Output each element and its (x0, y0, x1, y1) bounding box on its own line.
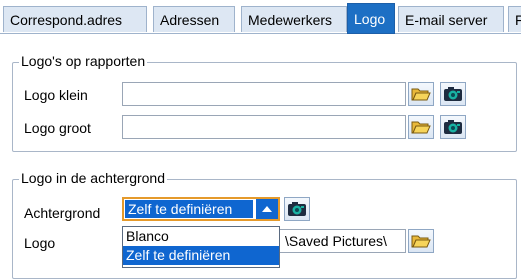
background-dropdown-list: Blanco Zelf te definiëren (122, 226, 280, 268)
open-folder-icon (411, 235, 431, 248)
background-label: Achtergrond (24, 205, 101, 221)
tab-label: Adressen (160, 12, 220, 28)
logo-large-label: Logo groot (24, 120, 91, 136)
logo-large-field[interactable] (122, 115, 406, 139)
background-select[interactable]: Zelf te definiëren (122, 197, 280, 221)
logo-small-field[interactable] (122, 82, 406, 106)
tab-strip: Correspond.adres Adressen Medewerkers Lo… (0, 0, 521, 34)
camera-preview-icon (444, 87, 462, 101)
open-folder-button[interactable] (408, 115, 434, 139)
camera-preview-icon (444, 120, 462, 134)
tab-label: F (515, 12, 521, 28)
preview-button[interactable] (284, 197, 310, 221)
tab-adressen[interactable]: Adressen (153, 6, 235, 32)
camera-preview-icon (288, 202, 306, 216)
arrow-up-icon (262, 206, 272, 212)
background-select-value: Zelf te definiëren (125, 200, 253, 218)
tab-label: Correspond.adres (10, 12, 123, 28)
tab-medewerkers[interactable]: Medewerkers (241, 6, 347, 32)
option-zelf-te-definieren[interactable]: Zelf te definiëren (123, 246, 279, 265)
preview-button[interactable] (440, 115, 466, 139)
preview-button[interactable] (440, 82, 466, 106)
open-folder-button[interactable] (408, 229, 434, 253)
logo-small-label: Logo klein (24, 87, 88, 103)
background-logo-title: Logo in de achtergrond (19, 170, 167, 186)
tab-label: Logo (354, 11, 386, 27)
open-folder-button[interactable] (408, 82, 434, 106)
tab-label: Medewerkers (248, 12, 333, 28)
background-select-toggle[interactable] (256, 199, 278, 219)
open-folder-icon (411, 121, 431, 134)
tab-label: E-mail server (405, 12, 488, 28)
report-logos-title: Logo's op rapporten (19, 53, 148, 69)
tab-logo[interactable]: Logo (347, 3, 395, 34)
tab-correspond-adres[interactable]: Correspond.adres (3, 6, 147, 32)
tab-f[interactable]: F (508, 6, 521, 32)
option-blanco[interactable]: Blanco (123, 227, 279, 246)
tab-email-server[interactable]: E-mail server (398, 6, 504, 32)
logo-label: Logo (24, 235, 56, 251)
open-folder-icon (411, 88, 431, 101)
